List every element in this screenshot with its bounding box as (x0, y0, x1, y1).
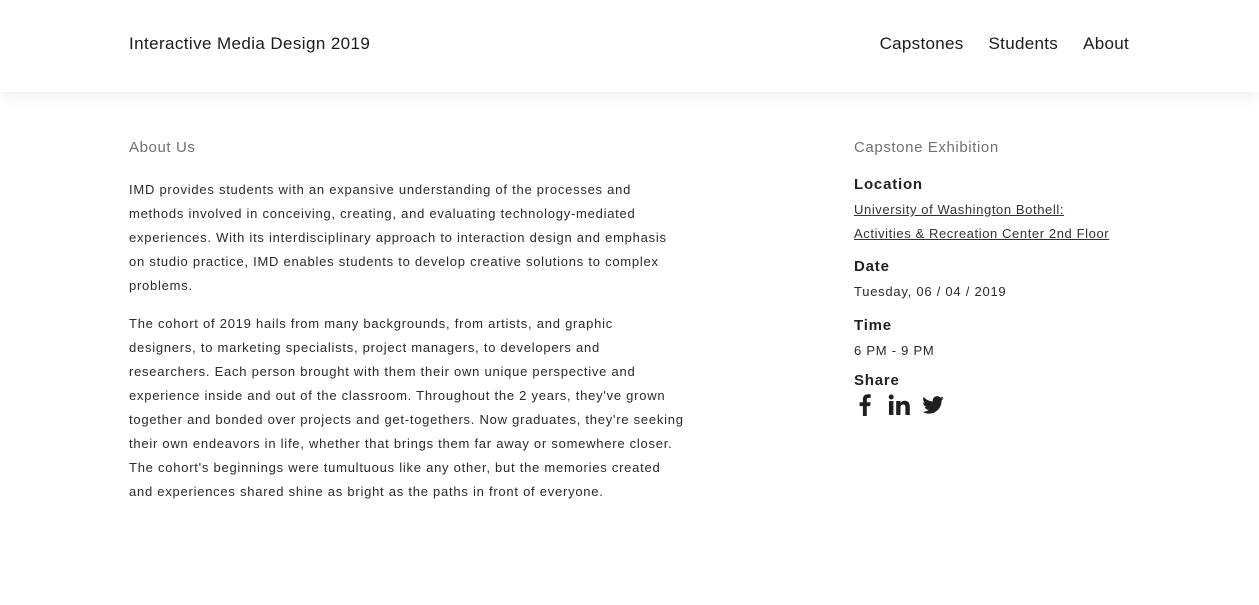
date-label: Date (854, 258, 890, 275)
share-block: Share (854, 372, 1154, 416)
twitter-icon[interactable] (922, 394, 944, 416)
facebook-icon[interactable] (854, 394, 876, 416)
share-icons (854, 394, 1154, 416)
time-label: Time (854, 317, 892, 334)
location-block: Location University of Washington Bothel… (854, 176, 1154, 246)
location-link-line-2[interactable]: Activities & Recreation Center 2nd Floor (854, 222, 1154, 246)
nav-students[interactable]: Students (989, 34, 1059, 54)
linkedin-icon[interactable] (888, 394, 910, 416)
main-nav: Capstones Students About (880, 34, 1129, 54)
time-block: Time 6 PM - 9 PM (854, 317, 1154, 363)
nav-capstones[interactable]: Capstones (880, 34, 964, 54)
nav-about[interactable]: About (1083, 34, 1129, 54)
about-paragraph-1: IMD provides students with an expansive … (129, 182, 667, 293)
site-title-link[interactable]: Interactive Media Design 2019 (129, 34, 370, 54)
date-value: Tuesday, 06 / 04 / 2019 (854, 284, 1007, 299)
site-header: Interactive Media Design 2019 Capstones … (0, 0, 1259, 92)
location-link-line-1[interactable]: University of Washington Bothell: (854, 198, 1154, 222)
exhibition-sidebar: Capstone Exhibition Location University … (854, 139, 1154, 428)
location-label: Location (854, 176, 923, 193)
date-block: Date Tuesday, 06 / 04 / 2019 (854, 258, 1154, 304)
time-value: 6 PM - 9 PM (854, 343, 935, 358)
about-section: About Us IMD provides students with an e… (129, 139, 684, 518)
about-paragraph-2: The cohort of 2019 hails from many backg… (129, 316, 684, 499)
share-label: Share (854, 372, 900, 389)
about-heading: About Us (129, 139, 196, 156)
exhibition-heading: Capstone Exhibition (854, 139, 999, 156)
